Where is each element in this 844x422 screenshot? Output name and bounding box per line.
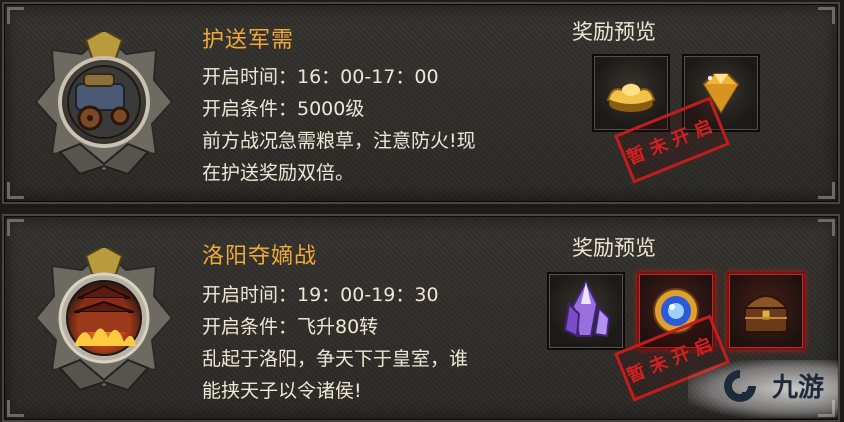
event-description: 在护送奖励双倍。	[202, 162, 355, 184]
frame-corner	[818, 7, 835, 24]
open-condition: 开启条件：飞升80转	[202, 316, 379, 338]
reward-slot[interactable]	[547, 272, 625, 350]
jiuyou-logo-icon	[724, 370, 756, 402]
frame-corner	[818, 182, 835, 199]
escort-cart-emblem-icon	[34, 28, 174, 182]
open-time: 开启时间：19：00-19：30	[202, 284, 439, 306]
reward-preview-title: 奖励预览	[572, 236, 656, 260]
frame-corner	[7, 182, 24, 199]
watermark-text: 九游	[771, 373, 824, 403]
frame-corner	[818, 219, 835, 236]
event-title: 洛阳夺嫡战	[202, 244, 318, 269]
burning-palace-emblem-icon	[34, 244, 174, 398]
open-condition: 开启条件：5000级	[202, 98, 365, 120]
frame-corner	[7, 400, 24, 417]
treasure-chest-icon	[742, 295, 790, 333]
purple-crystal-icon	[563, 279, 611, 338]
site-watermark: 九游	[688, 360, 838, 418]
reward-preview-title: 奖励预览	[572, 20, 656, 44]
event-description: 前方战况急需粮草，注意防火!现	[202, 130, 476, 152]
event-description: 乱起于洛阳，争天下于皇室，谁	[202, 348, 469, 370]
reward-slot[interactable]	[727, 272, 805, 350]
frame-corner	[7, 7, 24, 24]
event-description: 能挟天子以令诸侯!	[202, 380, 362, 402]
event-card-escort[interactable]: 护送军需 开启时间：16：00-17：00 开启条件：5000级 前方战况急需粮…	[2, 2, 840, 204]
frame-corner	[7, 219, 24, 236]
open-time: 开启时间：16：00-17：00	[202, 66, 439, 88]
event-title: 护送军需	[202, 28, 295, 53]
